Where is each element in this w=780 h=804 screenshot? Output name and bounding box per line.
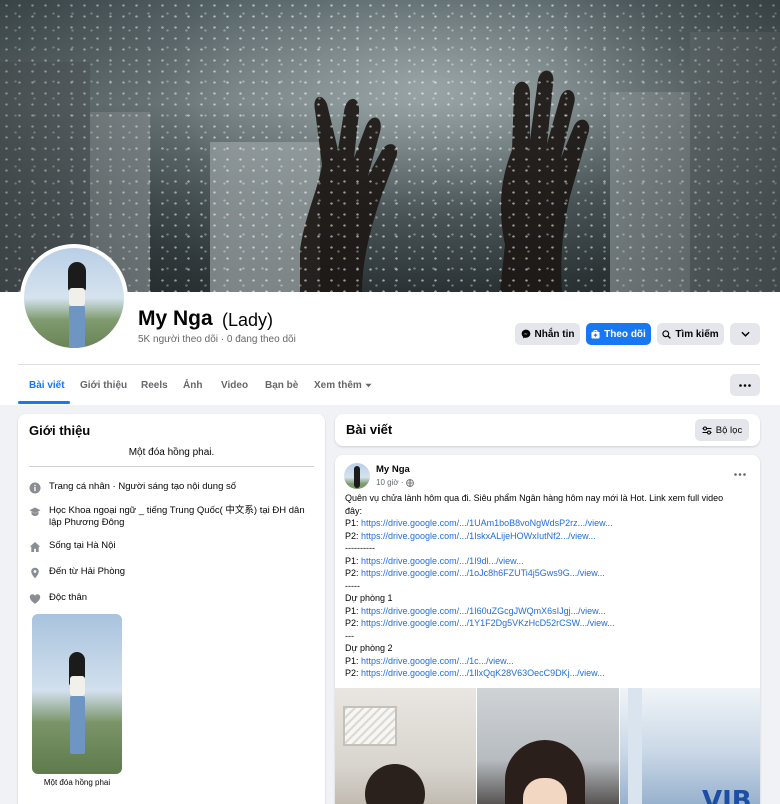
tab-see-more[interactable]: Xem thêm [314, 380, 372, 391]
post-link-line: P1: https://drive.google.com/.../1I60uZG… [345, 605, 606, 616]
active-tab-indicator [18, 401, 70, 404]
home-icon [29, 541, 41, 553]
messenger-icon [521, 329, 530, 339]
drive-link[interactable]: https://drive.google.com/.../1UAm1boB8vo… [361, 518, 613, 528]
tab-photos[interactable]: Ảnh [183, 380, 202, 391]
intro-item-education: Học Khoa ngoại ngữ _ tiếng Trung Quốc( 中… [29, 505, 314, 529]
post-media-item[interactable]: VIB [620, 688, 760, 804]
tab-posts[interactable]: Bài viết [29, 380, 65, 391]
caret-down-icon [365, 383, 372, 388]
intro-title: Giới thiệu [29, 423, 91, 438]
posts-header-card: Bài viết Bộ lọc [335, 414, 760, 446]
drive-link[interactable]: https://drive.google.com/.../1Y1F2Dg5VKz… [361, 618, 615, 628]
info-icon [29, 482, 41, 494]
post-media-item[interactable] [477, 688, 619, 804]
location-pin-icon [29, 567, 41, 579]
intro-item-relationship: Độc thân [29, 592, 314, 605]
post-line: Quên vụ chửa lành hôm qua đi. Siêu phẩm … [345, 493, 724, 503]
globe-icon [406, 478, 415, 487]
post-link-line: P2: https://drive.google.com/.../1oJc8h6… [345, 568, 605, 578]
post-line: ----- [345, 580, 360, 591]
featured-photo[interactable] [32, 614, 122, 774]
profile-alternate-name: (Lady) [222, 310, 274, 330]
ellipsis-icon [739, 383, 751, 387]
search-button-label: Tìm kiếm [675, 328, 719, 340]
post-line: Dự phòng 1 [345, 593, 393, 603]
intro-card: Giới thiệu Một đóa hồng phai. Trang cá n… [18, 414, 325, 804]
post-time-text: 10 giờ · [376, 478, 404, 487]
post-link-line: P2: https://drive.google.com/.../1IlxQqK… [345, 668, 605, 678]
graduation-cap-icon [29, 506, 41, 518]
chevron-down-icon [740, 331, 750, 337]
search-icon [662, 329, 672, 339]
bank-logo-text: VIB [702, 786, 752, 804]
intro-item-text[interactable]: Học Khoa ngoại ngữ _ tiếng Trung Quốc( 中… [49, 505, 314, 529]
post-line: Dự phòng 2 [345, 643, 393, 653]
post-link-line: P1: https://drive.google.com/.../1UAm1bo… [345, 518, 613, 528]
follower-stats[interactable]: 5K người theo dõi · 0 đang theo dõi [138, 334, 296, 345]
profile-header: My Nga (Lady) 5K người theo dõi · 0 đang… [0, 0, 780, 405]
posts-title: Bài viết [346, 422, 393, 437]
post-line: --- [345, 630, 354, 641]
intro-item-from: Đến từ Hải Phòng [29, 566, 314, 579]
intro-item-text[interactable]: Sống tại Hà Nội [49, 540, 116, 552]
post-author-avatar[interactable] [344, 463, 370, 489]
drive-link[interactable]: https://drive.google.com/.../1I60uZGcgJW… [361, 606, 606, 616]
tab-reels[interactable]: Reels [141, 380, 168, 391]
drive-link[interactable]: https://drive.google.com/.../1oJc8h6FZUT… [361, 568, 605, 578]
post-options-button[interactable] [734, 465, 746, 479]
tab-friends[interactable]: Bạn bè [265, 380, 298, 391]
drive-link[interactable]: https://drive.google.com/.../1I9dl.../vi… [361, 556, 524, 566]
post-line: đây: [345, 505, 363, 516]
post-media-grid: VIB [335, 688, 760, 804]
cover-photo[interactable] [0, 0, 780, 292]
tab-more-button[interactable] [730, 374, 760, 396]
drive-link[interactable]: https://drive.google.com/.../1IskxALijeH… [361, 531, 596, 541]
post-link-line: P1: https://drive.google.com/.../1c.../v… [345, 655, 514, 666]
profile-avatar[interactable] [20, 244, 128, 352]
message-button-label: Nhắn tin [534, 328, 575, 340]
post-link-line: P1: https://drive.google.com/.../1I9dl..… [345, 555, 524, 566]
intro-item-text: Độc thân [49, 592, 88, 603]
drive-link[interactable]: https://drive.google.com/.../1c.../view.… [361, 656, 514, 666]
filter-button[interactable]: Bộ lọc [695, 419, 749, 441]
follow-button[interactable]: Theo dõi [586, 323, 651, 345]
ellipsis-icon [734, 473, 746, 476]
intro-item-text: Trang cá nhân · Người sáng tạo nội dung … [49, 481, 237, 492]
post-card: My Nga 10 giờ · Quên vụ chửa lành hôm qu… [335, 455, 760, 804]
tab-about[interactable]: Giới thiệu [80, 380, 127, 391]
intro-divider [29, 466, 314, 467]
intro-item-lives-in: Sống tại Hà Nội [29, 540, 314, 553]
intro-bio: Một đóa hồng phai. [128, 447, 215, 458]
featured-photo-caption: Một đóa hồng phai [43, 778, 111, 787]
follow-icon [591, 329, 600, 339]
post-line: ---------- [345, 543, 375, 553]
post-text: Quên vụ chửa lành hôm qua đi. Siêu phẩm … [345, 492, 750, 680]
filter-button-label: Bộ lọc [715, 424, 743, 436]
post-author-name[interactable]: My Nga [376, 464, 410, 475]
follow-button-label: Theo dõi [604, 328, 646, 340]
post-media-item[interactable] [335, 688, 476, 804]
tab-videos[interactable]: Video [221, 380, 248, 391]
header-divider [18, 364, 760, 365]
profile-name: My Nga [138, 307, 213, 330]
tab-see-more-label: Xem thêm [314, 380, 362, 391]
post-timestamp[interactable]: 10 giờ · [376, 478, 415, 487]
post-link-line: P2: https://drive.google.com/.../1Y1F2Dg… [345, 618, 615, 628]
message-button[interactable]: Nhắn tin [515, 323, 580, 345]
drive-link[interactable]: https://drive.google.com/.../1IlxQqK28V6… [361, 668, 605, 678]
heart-icon [29, 593, 41, 605]
intro-item-page-type: Trang cá nhân · Người sáng tạo nội dung … [29, 481, 314, 494]
intro-item-text[interactable]: Đến từ Hải Phòng [49, 566, 125, 578]
post-link-line: P2: https://drive.google.com/.../1IskxAL… [345, 530, 596, 541]
search-button[interactable]: Tìm kiếm [657, 323, 724, 345]
more-actions-button[interactable] [730, 323, 760, 345]
filter-sliders-icon [702, 426, 712, 434]
